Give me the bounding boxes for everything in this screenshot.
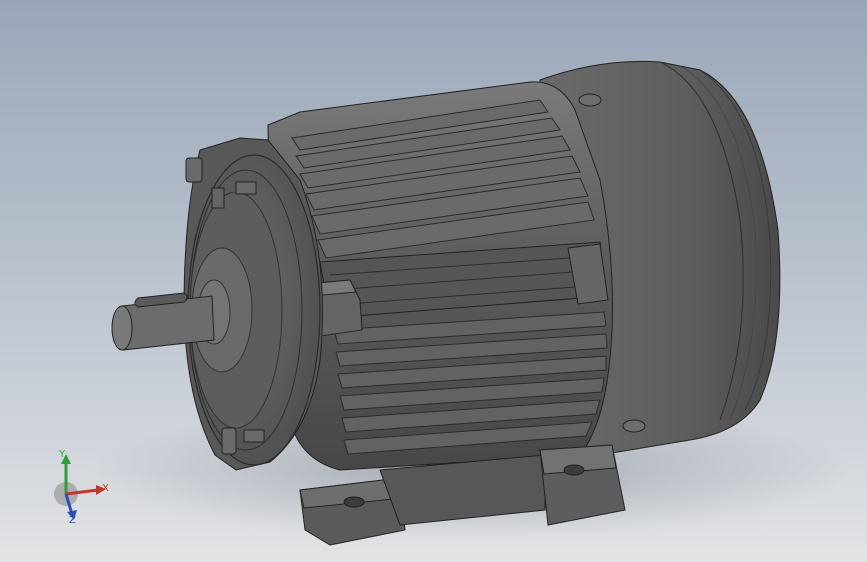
axis-y-label: Y xyxy=(59,449,66,460)
motor-shaft[interactable] xyxy=(111,292,215,351)
motor-model[interactable] xyxy=(0,0,867,562)
axis-x-label: X xyxy=(102,483,109,494)
view-triad: X Y Z xyxy=(44,448,114,528)
graphics-viewport[interactable]: X Y Z xyxy=(0,0,867,562)
axis-z-label: Z xyxy=(69,515,76,526)
